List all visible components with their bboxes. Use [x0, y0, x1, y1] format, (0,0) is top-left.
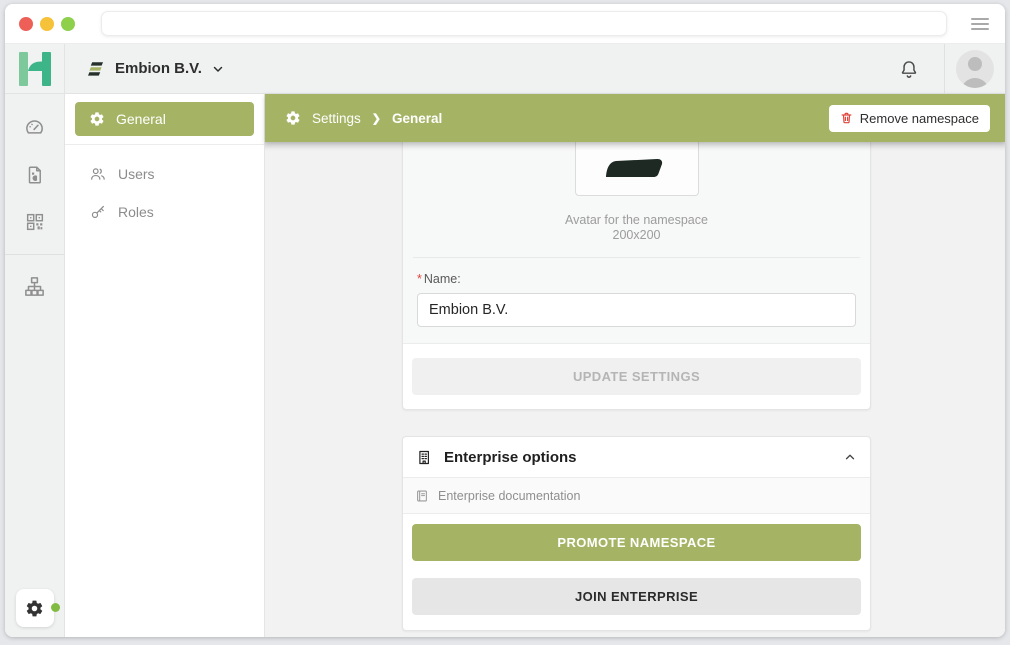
app-body: General Users Roles [5, 94, 1005, 637]
avatar-torso-shape [961, 78, 989, 88]
enterprise-documentation-link[interactable]: Enterprise documentation [403, 477, 870, 514]
enterprise-documentation-label: Enterprise documentation [438, 489, 580, 503]
avatar-caption-text: Avatar for the namespace [403, 213, 870, 228]
icon-rail [5, 94, 65, 637]
notifications-button[interactable] [898, 58, 920, 80]
window-controls [19, 17, 75, 31]
general-card-footer: UPDATE SETTINGS [403, 343, 870, 409]
gear-icon [285, 110, 301, 126]
sidebar-item-users[interactable]: Users [75, 157, 254, 191]
breadcrumb-separator-icon: ❯ [372, 112, 381, 125]
breadcrumb-general: General [392, 111, 442, 126]
status-dot [51, 603, 60, 612]
namespace-name: Embion B.V. [115, 60, 202, 77]
rail-divider [5, 254, 64, 255]
browser-menu-icon[interactable] [969, 14, 991, 34]
trash-icon [840, 111, 853, 125]
remove-namespace-button[interactable]: Remove namespace [829, 105, 990, 132]
key-icon [89, 203, 107, 221]
chevron-up-icon[interactable] [843, 450, 857, 464]
rail-settings-button[interactable] [16, 589, 54, 627]
namespace-avatar-upload[interactable] [575, 142, 699, 196]
browser-chrome [5, 4, 1005, 44]
update-settings-button[interactable]: UPDATE SETTINGS [412, 358, 861, 395]
promote-namespace-button[interactable]: PROMOTE NAMESPACE [412, 524, 861, 561]
enterprise-card-header[interactable]: Enterprise options [403, 437, 870, 477]
name-input[interactable] [417, 293, 856, 327]
settings-content: Avatar for the namespace 200x200 *Name: … [265, 142, 1005, 637]
header-actions [898, 44, 1005, 93]
bell-icon [898, 58, 920, 80]
general-settings-card: Avatar for the namespace 200x200 *Name: … [402, 142, 871, 410]
maximize-window-button[interactable] [61, 17, 75, 31]
breadcrumb-bar: Settings ❯ General Remove namespace [265, 94, 1005, 142]
join-enterprise-button[interactable]: JOIN ENTERPRISE [412, 578, 861, 615]
book-icon [415, 489, 429, 503]
namespace-logo-icon [85, 59, 105, 79]
sidenav-divider [65, 144, 264, 145]
avatar-head-shape [968, 57, 982, 71]
rail-bottom [16, 589, 54, 627]
browser-window: Embion B.V. [5, 4, 1005, 637]
sidebar-item-label: Roles [118, 204, 154, 220]
sidebar-item-general[interactable]: General [75, 102, 254, 136]
rail-documents-button[interactable] [24, 164, 46, 186]
document-icon [24, 164, 46, 186]
header-divider [944, 44, 945, 93]
breadcrumb-settings[interactable]: Settings [312, 111, 361, 126]
rail-dashboard-button[interactable] [23, 116, 46, 139]
rail-codes-button[interactable] [24, 211, 46, 233]
dashboard-gauge-icon [23, 116, 46, 139]
required-asterisk: * [417, 272, 422, 286]
qr-code-icon [24, 211, 46, 233]
user-avatar[interactable] [956, 50, 994, 88]
enterprise-card-title: Enterprise options [444, 449, 577, 466]
gear-icon [89, 111, 105, 127]
h-logo-icon [17, 50, 53, 88]
enterprise-options-card: Enterprise options Enterprise documentat… [402, 436, 871, 631]
settings-gear-icon [25, 599, 44, 618]
enterprise-card-body: PROMOTE NAMESPACE JOIN ENTERPRISE [403, 514, 870, 630]
sitemap-icon [23, 275, 46, 298]
url-input[interactable] [101, 11, 947, 36]
avatar-caption: Avatar for the namespace 200x200 [403, 213, 870, 243]
app-header: Embion B.V. [5, 44, 1005, 94]
users-icon [89, 165, 107, 183]
building-icon [416, 449, 433, 466]
app-logo[interactable] [5, 44, 65, 93]
avatar-size-text: 200x200 [403, 228, 870, 243]
minimize-window-button[interactable] [40, 17, 54, 31]
main-area: Settings ❯ General Remove namespace [265, 94, 1005, 637]
namespace-switcher[interactable]: Embion B.V. [65, 59, 224, 79]
close-window-button[interactable] [19, 17, 33, 31]
sidebar-item-label: General [116, 111, 166, 127]
namespace-avatar-image [597, 158, 667, 178]
chevron-down-icon [212, 63, 224, 75]
name-field-block: *Name: [403, 258, 870, 343]
rail-sitemap-button[interactable] [23, 275, 46, 298]
sidebar-item-label: Users [118, 166, 155, 182]
settings-sidenav: General Users Roles [65, 94, 265, 637]
name-label: *Name: [417, 272, 856, 286]
sidebar-item-roles[interactable]: Roles [75, 195, 254, 229]
remove-namespace-label: Remove namespace [860, 111, 979, 126]
